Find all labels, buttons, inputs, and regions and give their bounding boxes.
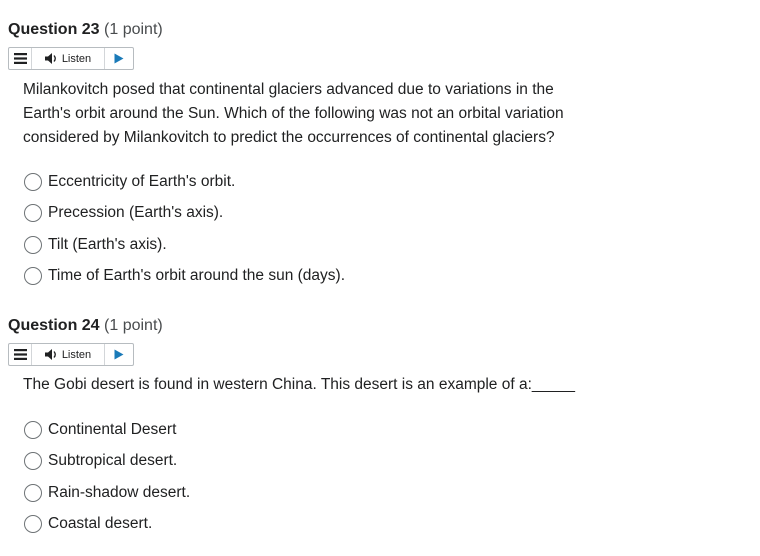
listen-button[interactable]: Listen (31, 344, 105, 365)
answer-option[interactable]: Tilt (Earth's axis). (24, 229, 345, 261)
play-icon (114, 349, 124, 360)
answer-option[interactable]: Eccentricity of Earth's orbit. (24, 166, 345, 198)
answer-label: Precession (Earth's axis). (48, 204, 224, 222)
answer-choices: Continental Desert Subtropical desert. R… (24, 414, 190, 540)
radio-button[interactable] (24, 483, 42, 502)
question-heading: Question 23 (1 point) (8, 20, 163, 40)
listen-menu-button[interactable] (9, 344, 31, 365)
play-button[interactable] (105, 344, 133, 365)
question-title: Question 24 (8, 317, 100, 334)
answer-option[interactable]: Rain-shadow desert. (24, 477, 190, 509)
answer-label: Rain-shadow desert. (48, 483, 191, 501)
answer-label: Tilt (Earth's axis). (48, 235, 167, 253)
answer-label: Subtropical desert. (48, 452, 178, 470)
question-heading: Question 24 (1 point) (8, 316, 163, 336)
answer-option[interactable]: Time of Earth's orbit around the sun (da… (24, 261, 345, 293)
radio-button[interactable] (24, 420, 42, 439)
play-icon (114, 53, 124, 64)
answer-option[interactable]: Continental Desert (24, 414, 190, 446)
answer-label: Continental Desert (48, 420, 177, 438)
menu-icon (13, 53, 27, 64)
answer-option[interactable]: Subtropical desert. (24, 446, 190, 478)
listen-toolbar: Listen (8, 343, 134, 366)
answer-option[interactable]: Precession (Earth's axis). (24, 198, 345, 230)
question-prompt: The Gobi desert is found in western Chin… (23, 376, 575, 393)
listen-toolbar: Listen (8, 47, 134, 70)
question-title: Question 23 (8, 21, 100, 38)
speaker-icon (44, 349, 56, 360)
question-points: (1 point) (104, 21, 163, 38)
listen-label: Listen (61, 348, 92, 361)
radio-button[interactable] (24, 267, 42, 286)
listen-menu-button[interactable] (9, 48, 31, 69)
question-prompt: Milankovitch posed that continental glac… (23, 81, 564, 146)
listen-button[interactable]: Listen (31, 48, 105, 69)
answer-label: Coastal desert. (48, 515, 153, 533)
radio-button[interactable] (24, 515, 42, 534)
speaker-icon (44, 53, 56, 64)
answer-option[interactable]: Coastal desert. (24, 509, 190, 541)
answer-label: Time of Earth's orbit around the sun (da… (48, 267, 346, 285)
question-points: (1 point) (104, 317, 163, 334)
radio-button[interactable] (24, 204, 42, 223)
radio-button[interactable] (24, 452, 42, 471)
answer-label: Eccentricity of Earth's orbit. (48, 172, 236, 190)
radio-button[interactable] (24, 172, 42, 191)
listen-label: Listen (61, 52, 92, 65)
answer-choices: Eccentricity of Earth's orbit. Precessio… (24, 166, 345, 292)
play-button[interactable] (105, 48, 133, 69)
radio-button[interactable] (24, 235, 42, 254)
menu-icon (13, 349, 27, 360)
